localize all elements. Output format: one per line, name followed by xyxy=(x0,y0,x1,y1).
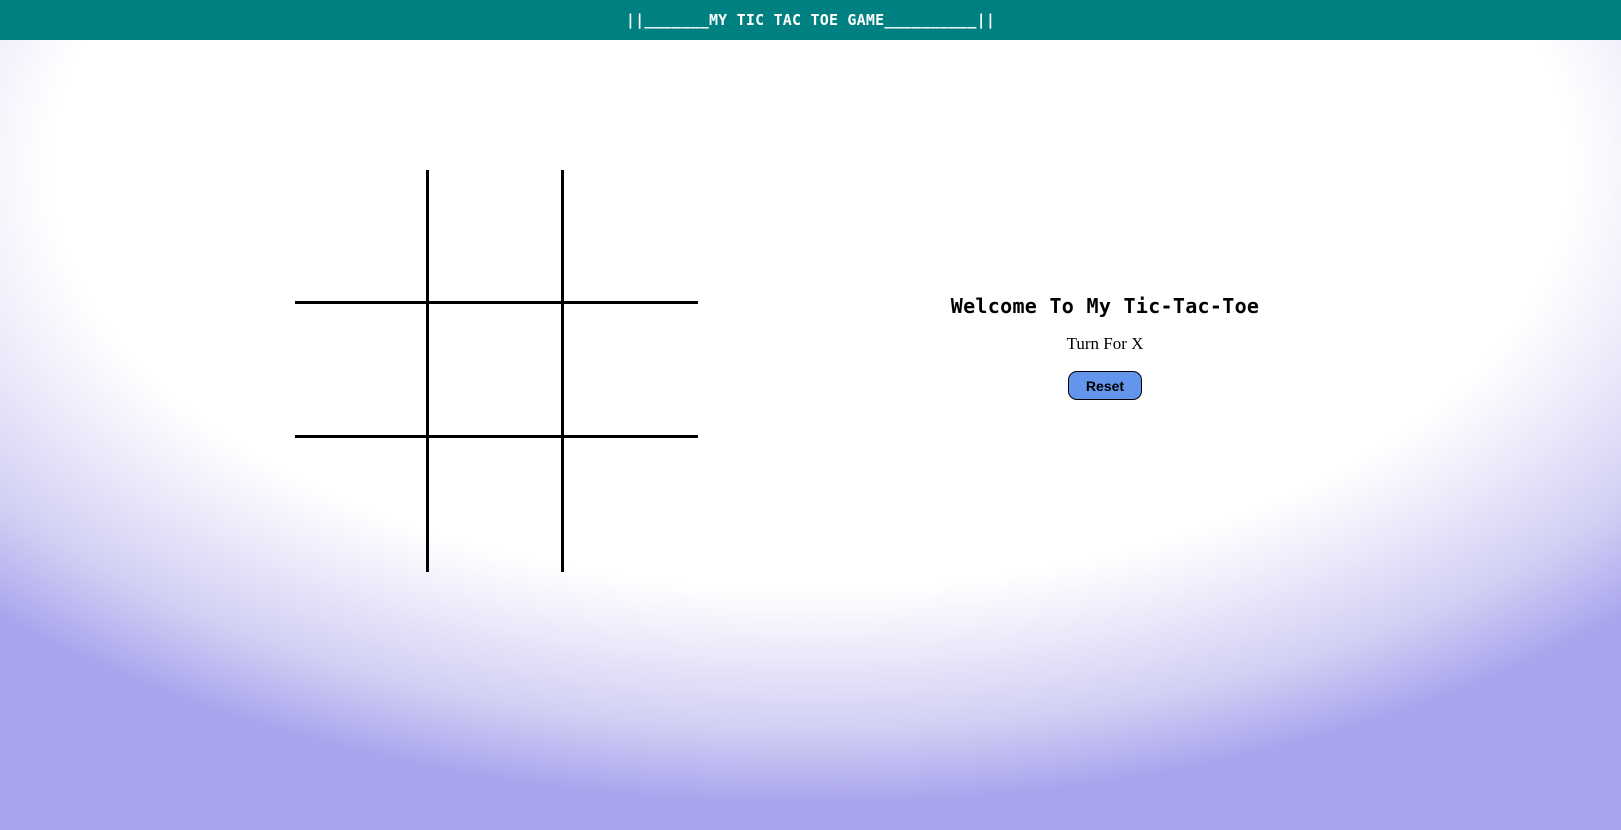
board-cell-1[interactable] xyxy=(295,170,430,304)
board-cell-6[interactable] xyxy=(563,304,698,438)
board-cell-3[interactable] xyxy=(563,170,698,304)
board-cell-7[interactable] xyxy=(295,438,430,572)
board-cell-4[interactable] xyxy=(295,304,430,438)
board-cell-5[interactable] xyxy=(429,304,564,438)
info-panel: Welcome To My Tic-Tac-Toe Turn For X Res… xyxy=(905,294,1305,400)
welcome-heading: Welcome To My Tic-Tac-Toe xyxy=(950,294,1260,318)
board-cell-8[interactable] xyxy=(429,438,564,572)
board-cell-2[interactable] xyxy=(429,170,564,304)
game-board xyxy=(295,170,698,572)
header-bar: ||_______MY TIC TAC TOE GAME__________|| xyxy=(0,0,1621,40)
reset-button[interactable]: Reset xyxy=(1068,371,1142,400)
turn-indicator: Turn For X xyxy=(1066,334,1144,353)
page-title: ||_______MY TIC TAC TOE GAME__________|| xyxy=(625,11,996,29)
board-cell-9[interactable] xyxy=(564,438,698,572)
